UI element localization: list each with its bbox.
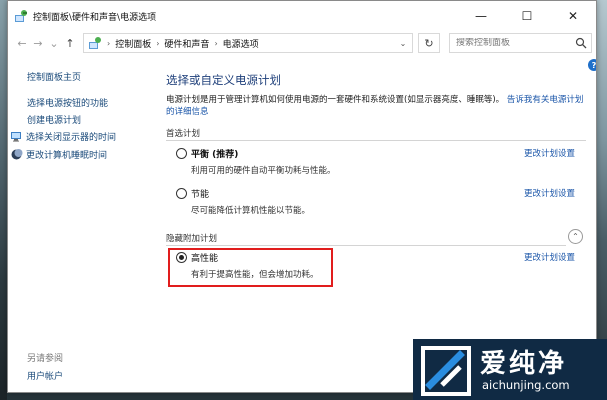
breadcrumb-separator: › bbox=[107, 38, 111, 48]
back-arrow-icon[interactable]: ← bbox=[14, 33, 30, 53]
search-icon[interactable] bbox=[575, 37, 587, 49]
watermark-url: aichunjing.com bbox=[482, 378, 570, 392]
window-controls: — ☐ ✕ bbox=[458, 1, 596, 31]
desktop-background-left bbox=[0, 0, 7, 400]
plan-description: 尽可能降低计算机性能以节能。 bbox=[191, 206, 311, 216]
up-arrow-icon[interactable]: ↑ bbox=[62, 33, 78, 53]
monitor-icon bbox=[11, 132, 21, 142]
refresh-icon[interactable]: ↻ bbox=[418, 33, 440, 53]
sidebar-item-control-panel-home[interactable]: 控制面板主页 bbox=[27, 70, 81, 83]
plan-radio-power-saver[interactable] bbox=[176, 188, 187, 199]
see-also-heading: 另请参阅 bbox=[27, 354, 64, 364]
sidebar-item-user-accounts[interactable]: 用户帐户 bbox=[27, 369, 63, 382]
search-input[interactable] bbox=[456, 38, 574, 48]
window-title: 控制面板\硬件和声音\电源选项 bbox=[33, 12, 157, 23]
control-panel-icon bbox=[89, 37, 101, 49]
plan-power-saver: 节能 尽可能降低计算机性能以节能。 更改计划设置 bbox=[176, 187, 576, 216]
change-plan-settings-link[interactable]: 更改计划设置 bbox=[524, 147, 575, 159]
breadcrumb-separator: › bbox=[214, 38, 218, 48]
maximize-button[interactable]: ☐ bbox=[504, 1, 550, 31]
highlight-box bbox=[168, 248, 333, 287]
help-icon[interactable]: ? bbox=[588, 59, 596, 71]
minimize-button[interactable]: — bbox=[458, 1, 504, 31]
plan-balanced: 平衡 (推荐) 利用可用的硬件自动平衡功耗与性能。 更改计划设置 bbox=[176, 147, 576, 176]
plan-description: 利用可用的硬件自动平衡功耗与性能。 bbox=[191, 166, 336, 176]
sidebar-item-display-off[interactable]: 选择关闭显示器的时间 bbox=[10, 130, 116, 143]
sidebar-item-label[interactable]: 选择关闭显示器的时间 bbox=[26, 130, 116, 143]
sidebar-item-create-plan[interactable]: 创建电源计划 bbox=[27, 113, 81, 126]
breadcrumb-separator: › bbox=[156, 38, 160, 48]
plan-name[interactable]: 节能 bbox=[191, 187, 209, 200]
watermark-title: 爱纯净 bbox=[480, 349, 568, 379]
plan-radio-balanced[interactable] bbox=[176, 148, 187, 159]
plan-name[interactable]: 平衡 (推荐) bbox=[191, 147, 238, 160]
control-panel-icon bbox=[15, 10, 27, 22]
preferred-plans-heading: 首选计划 bbox=[166, 129, 201, 139]
moon-sleep-icon bbox=[11, 149, 23, 160]
hidden-plans-heading: 隐藏附加计划 bbox=[166, 234, 218, 244]
close-button[interactable]: ✕ bbox=[550, 1, 596, 31]
breadcrumb-control-panel[interactable]: 控制面板 bbox=[115, 37, 151, 50]
section-divider bbox=[166, 245, 566, 246]
forward-arrow-icon[interactable]: → bbox=[30, 33, 46, 53]
control-panel-window: 控制面板\硬件和声音\电源选项 — ☐ ✕ ← → ⌄ ↑ › 控制面板 › 硬… bbox=[7, 0, 597, 393]
search-box bbox=[449, 33, 592, 53]
page-description: 电源计划是用于管理计算机如何使用电源的一套硬件和系统设置(如显示器亮度、睡眠等)… bbox=[166, 94, 584, 118]
change-plan-settings-link[interactable]: 更改计划设置 bbox=[524, 187, 575, 199]
sidebar-item-label[interactable]: 更改计算机睡眠时间 bbox=[26, 148, 107, 161]
description-text: 电源计划是用于管理计算机如何使用电源的一套硬件和系统设置(如显示器亮度、睡眠等)… bbox=[166, 95, 505, 105]
breadcrumb-hardware-sound[interactable]: 硬件和声音 bbox=[164, 37, 209, 50]
page-title: 选择或自定义电源计划 bbox=[166, 73, 281, 87]
section-divider bbox=[166, 140, 586, 141]
address-dropdown-chevron-icon[interactable]: ⌄ bbox=[396, 34, 410, 52]
breadcrumb-power-options[interactable]: 电源选项 bbox=[223, 37, 259, 50]
collapse-chevron-icon[interactable]: ⌃ bbox=[568, 229, 583, 244]
sidebar-item-power-button[interactable]: 选择电源按钮的功能 bbox=[27, 96, 108, 109]
change-plan-settings-link[interactable]: 更改计划设置 bbox=[524, 251, 575, 263]
address-bar: ← → ⌄ ↑ › 控制面板 › 硬件和声音 › 电源选项 ⌄ ↻ bbox=[8, 31, 596, 55]
sidebar: 控制面板主页 选择电源按钮的功能 创建电源计划 选择关闭显示器的时间 更改计算机… bbox=[8, 61, 158, 391]
sidebar-item-sleep-time[interactable]: 更改计算机睡眠时间 bbox=[10, 148, 107, 161]
breadcrumb[interactable]: › 控制面板 › 硬件和声音 › 电源选项 ⌄ bbox=[83, 33, 413, 53]
watermark-logo-icon bbox=[421, 346, 471, 396]
recent-locations-chevron-icon[interactable]: ⌄ bbox=[46, 33, 62, 53]
title-bar[interactable]: 控制面板\硬件和声音\电源选项 — ☐ ✕ bbox=[8, 1, 596, 31]
